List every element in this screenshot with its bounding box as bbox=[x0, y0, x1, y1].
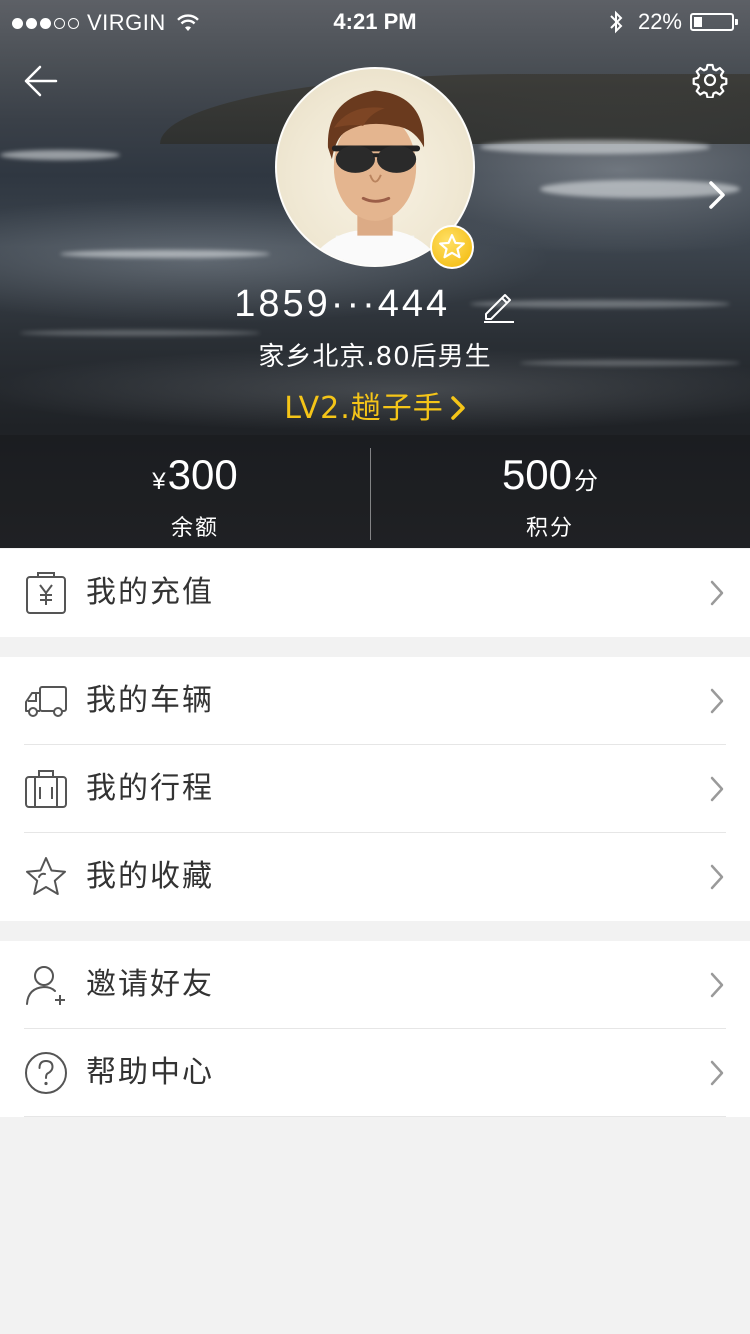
menu-item-label: 我的车辆 bbox=[86, 683, 214, 718]
truck-icon bbox=[25, 686, 67, 717]
luggage-icon bbox=[25, 770, 67, 808]
chevron-right-icon bbox=[451, 396, 465, 420]
chevron-right-icon bbox=[710, 688, 724, 714]
battery-percentage: 22% bbox=[637, 9, 682, 34]
menu-item-invite[interactable]: 邀请好友 bbox=[0, 941, 750, 1029]
battery-icon bbox=[690, 11, 738, 33]
star-icon bbox=[26, 857, 66, 895]
menu-item-trips[interactable]: 我的行程 bbox=[0, 745, 750, 833]
menu-item-help[interactable]: 帮助中心 bbox=[0, 1029, 750, 1117]
divider bbox=[24, 1116, 726, 1117]
menu-group-recharge: 我的充值 bbox=[0, 549, 750, 637]
user-level-link[interactable]: LV2.趟子手 bbox=[0, 383, 750, 427]
chevron-right-icon bbox=[710, 864, 724, 890]
balance-value: 300 bbox=[167, 451, 238, 498]
phone-number: 1859···444 bbox=[234, 283, 451, 326]
chevron-right-icon[interactable] bbox=[708, 180, 726, 210]
menu-item-recharge[interactable]: 我的充值 bbox=[0, 549, 750, 637]
menu-group-support: 邀请好友 帮助中心 bbox=[0, 941, 750, 1117]
chevron-right-icon bbox=[710, 776, 724, 802]
help-icon bbox=[25, 1052, 67, 1094]
points-unit: 分 bbox=[574, 468, 599, 495]
menu-group-travel: 我的车辆 我的行程 我的收藏 bbox=[0, 657, 750, 921]
edit-pencil-icon[interactable] bbox=[480, 287, 516, 323]
phone-number-row: 1859···444 bbox=[0, 282, 750, 326]
menu-item-label: 帮助中心 bbox=[86, 1055, 214, 1090]
background-wave bbox=[60, 250, 270, 258]
balance-stat[interactable]: ¥300 余额 bbox=[10, 448, 380, 542]
user-bio: 家乡北京.80后男生 bbox=[258, 342, 492, 372]
status-bar: VIRGIN 4:21 PM 22% bbox=[0, 0, 750, 44]
points-value: 500 bbox=[501, 451, 573, 498]
points-stat[interactable]: 500分 积分 bbox=[370, 448, 730, 542]
back-arrow-icon[interactable] bbox=[22, 62, 60, 100]
background-wave bbox=[0, 150, 120, 160]
add-friend-icon bbox=[26, 966, 65, 1005]
balance-label: 余额 bbox=[170, 516, 219, 541]
menu-item-vehicles[interactable]: 我的车辆 bbox=[0, 657, 750, 745]
user-level: LV2.趟子手 bbox=[284, 391, 444, 426]
chevron-right-icon bbox=[710, 972, 724, 998]
vip-star-badge-icon bbox=[430, 225, 474, 269]
points-label: 积分 bbox=[525, 516, 574, 541]
menu-item-label: 我的行程 bbox=[86, 771, 214, 806]
currency-symbol: ¥ bbox=[152, 468, 166, 495]
chevron-right-icon bbox=[710, 580, 724, 606]
menu-item-label: 我的充值 bbox=[86, 575, 214, 610]
menu-item-label: 邀请好友 bbox=[86, 967, 214, 1002]
menu-item-favorites[interactable]: 我的收藏 bbox=[0, 833, 750, 921]
background-wave bbox=[480, 140, 710, 154]
menu-item-label: 我的收藏 bbox=[86, 859, 214, 894]
recharge-icon bbox=[26, 572, 66, 614]
bluetooth-icon bbox=[610, 10, 623, 34]
chevron-right-icon bbox=[710, 1060, 724, 1086]
account-stats: ¥300 余额 500分 积分 bbox=[0, 448, 750, 542]
battery-fill bbox=[694, 17, 702, 27]
gear-icon[interactable] bbox=[692, 62, 728, 98]
